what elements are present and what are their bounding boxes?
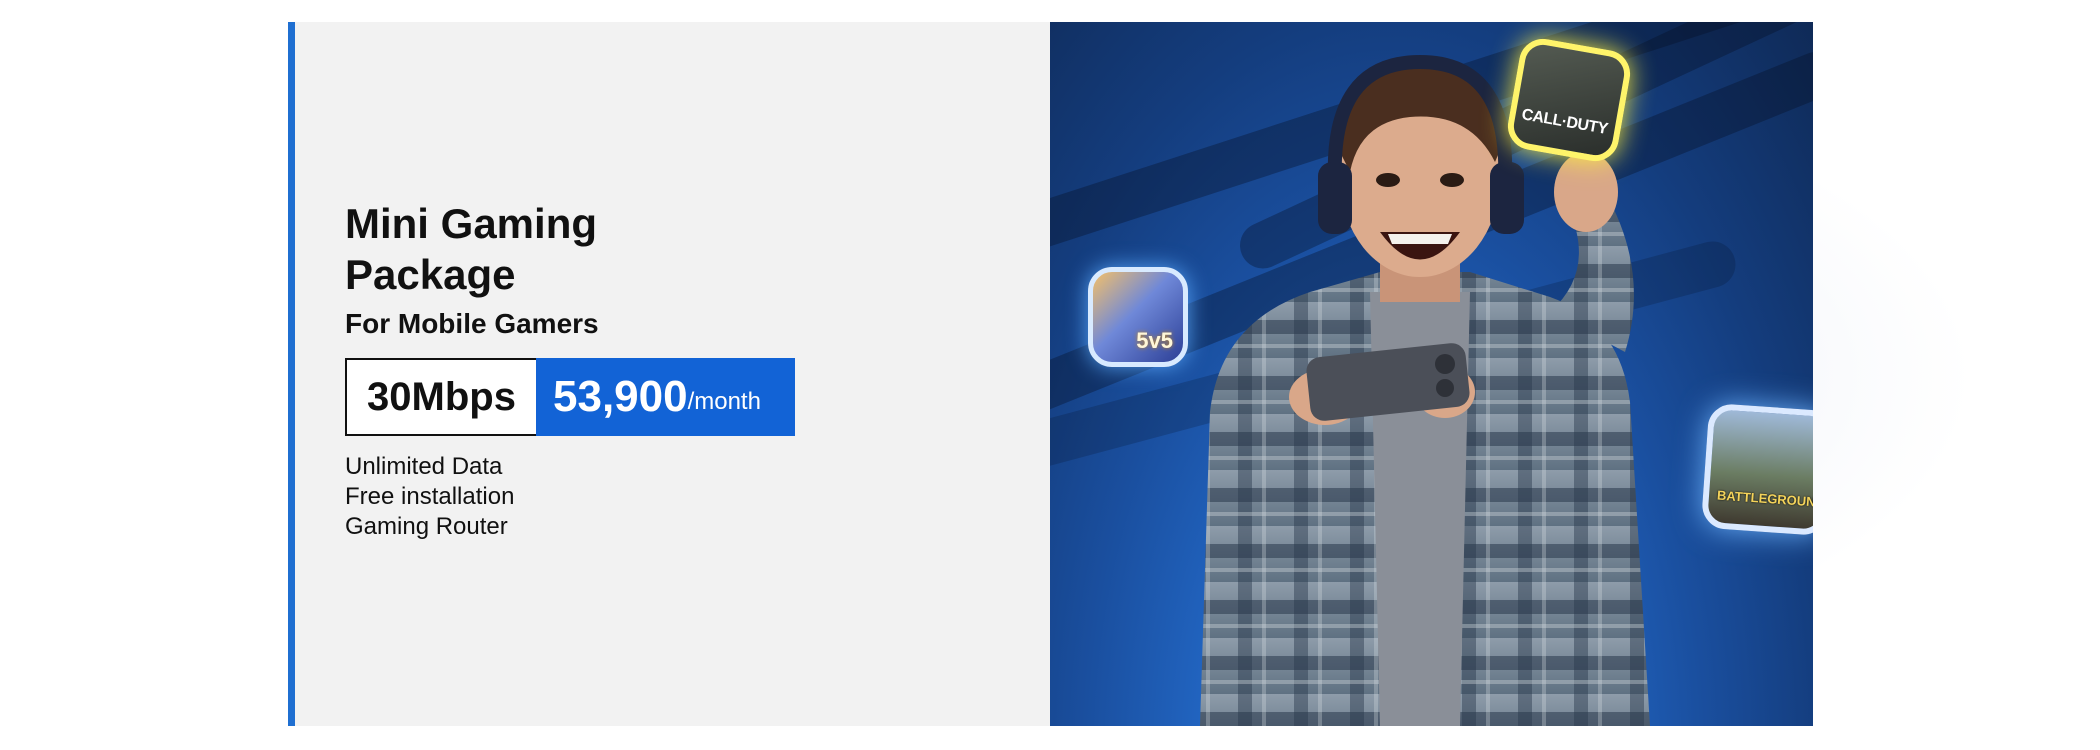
package-card[interactable]: Mini Gaming Package For Mobile Gamers 30… — [288, 22, 1813, 726]
call-of-duty-icon: CALL·DUTY — [1504, 35, 1634, 165]
package-info-panel: Mini Gaming Package For Mobile Gamers 30… — [288, 22, 1050, 726]
price-amount: 53,900 — [553, 372, 688, 421]
speed-label: 30Mbps — [345, 358, 536, 436]
mobile-legends-icon: 5v5 — [1088, 267, 1188, 367]
package-title: Mini Gaming Package — [345, 200, 597, 298]
call-of-duty-logo: CALL·DUTY — [1520, 106, 1609, 139]
price-unit: /month — [687, 388, 761, 415]
feature-list: Unlimited Data Free installation Gaming … — [345, 452, 795, 542]
mobile-legends-badge: 5v5 — [1136, 328, 1173, 353]
package-subtitle: For Mobile Gamers — [345, 308, 599, 339]
package-details: Mini Gaming Package For Mobile Gamers 30… — [345, 198, 795, 542]
feature-item: Unlimited Data — [345, 453, 503, 480]
price-tag: 53,900 /month — [536, 358, 795, 436]
pubg-icon: BATTLEGROUNDS — [1700, 402, 1813, 537]
gamer-illustration — [1200, 54, 1650, 726]
feature-item: Gaming Router — [345, 513, 508, 540]
price-box: 30Mbps 53,900 /month — [345, 358, 795, 436]
hero-image: 5v5 CALL·DUTY BATTLEGROUNDS — [1050, 22, 1813, 726]
feature-item: Free installation — [345, 483, 515, 510]
pubg-logo: BATTLEGROUNDS — [1716, 487, 1813, 511]
